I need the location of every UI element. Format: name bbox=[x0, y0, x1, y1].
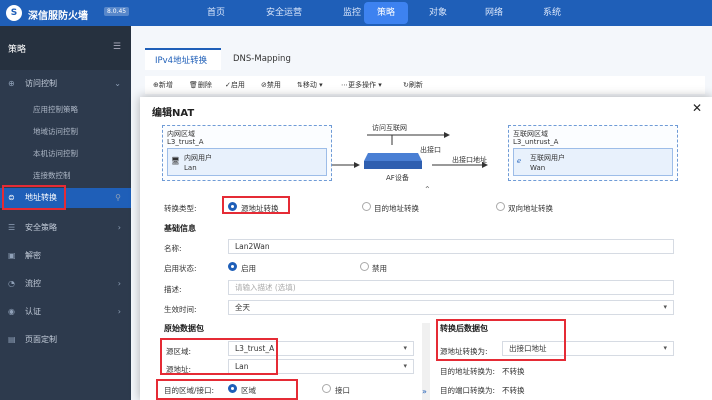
name-label: 名称: bbox=[164, 244, 182, 253]
sidebar-item-page-custom[interactable]: ▤ 页面定制 bbox=[0, 330, 131, 350]
dest-zone-box: 互联网区域 L3_untrust_A ℯ 互联网用户 Wan bbox=[508, 125, 678, 181]
port-translate-value: 不转换 bbox=[502, 386, 525, 395]
tab-dns-mapping[interactable]: DNS-Mapping bbox=[223, 48, 307, 70]
chevron-right-icon: › bbox=[117, 279, 121, 288]
sidebar-header: 策略 ☰ bbox=[0, 26, 131, 70]
page-custom-icon: ▤ bbox=[8, 335, 16, 344]
top-bar: S 深信服防火墙 8.0.45 首页 安全运营 监控 策略 对象 网络 系统 bbox=[0, 0, 712, 26]
delete-button[interactable]: 🗑删除 bbox=[189, 80, 212, 90]
sidebar-subitem-local-access[interactable]: 本机访问控制 bbox=[33, 148, 78, 159]
bidirectional-nat-label: 双向地址转换 bbox=[508, 204, 553, 213]
trash-icon: 🗑 bbox=[189, 81, 198, 89]
sidebar: 策略 ☰ ⊕ 访问控制 ⌄ 应用控制策略 地域访问控制 本机访问控制 连接数控制… bbox=[0, 26, 131, 400]
more-actions-button[interactable]: ⋯更多操作 ▾ bbox=[341, 80, 382, 90]
dest-user-box: ℯ 互联网用户 Wan bbox=[513, 148, 673, 176]
nav-network[interactable]: 网络 bbox=[474, 0, 514, 26]
sidebar-title: 策略 bbox=[8, 45, 27, 55]
device-label: AF设备 bbox=[386, 174, 409, 182]
move-button[interactable]: ⇅移动 ▾ bbox=[297, 80, 323, 90]
dest-nat-label: 目的地址转换 bbox=[374, 204, 419, 213]
brand-logo-icon: S bbox=[6, 5, 22, 21]
caret-down-icon: ▾ bbox=[403, 362, 407, 370]
collapse-up-icon[interactable]: ⌃ bbox=[424, 185, 431, 194]
conversion-type-label: 转换类型: bbox=[164, 204, 197, 213]
radio-dest-interface[interactable] bbox=[322, 384, 331, 393]
security-policy-icon: ☰ bbox=[8, 223, 16, 232]
nav-security-ops[interactable]: 安全运营 bbox=[254, 0, 314, 26]
disable-button[interactable]: ⊘禁用 bbox=[261, 80, 281, 90]
radio-enable[interactable] bbox=[228, 262, 237, 271]
refresh-button[interactable]: ↻刷新 bbox=[403, 80, 423, 90]
description-input[interactable]: 请输入描述 (选填) bbox=[228, 280, 674, 295]
sidebar-item-access-control[interactable]: ⊕ 访问控制 ⌄ bbox=[0, 74, 131, 94]
dest-translate-value: 不转换 bbox=[502, 367, 525, 376]
chevron-down-icon: ⌄ bbox=[114, 79, 121, 88]
chevron-right-icon: › bbox=[117, 307, 121, 316]
port-translate-label: 目的端口转换为: bbox=[440, 386, 496, 395]
nav-system[interactable]: 系统 bbox=[532, 0, 572, 26]
out-interface-label: 出接口 bbox=[420, 146, 441, 154]
browser-icon: ℯ bbox=[517, 157, 522, 165]
edit-nat-dialog: 编辑NAT ✕ 内网区域 L3_trust_A 🖥 内网用户 Lan 访问互联网… bbox=[140, 97, 712, 400]
collapse-menu-icon[interactable]: ☰ bbox=[113, 42, 121, 52]
disable-label: 禁用 bbox=[372, 264, 387, 273]
source-zone-name: L3_trust_A bbox=[167, 138, 204, 146]
expand-right-icon[interactable]: » bbox=[422, 387, 427, 396]
highlight-source-nat bbox=[222, 196, 290, 214]
highlight-source-fields bbox=[160, 338, 278, 375]
description-label: 描述: bbox=[164, 285, 182, 294]
enable-label: 启用 bbox=[241, 264, 256, 273]
dest-zone-name: L3_untrust_A bbox=[513, 138, 559, 146]
firewall-device-icon bbox=[364, 153, 422, 169]
decrypt-icon: ▣ bbox=[8, 251, 16, 260]
sidebar-subitem-geo-access[interactable]: 地域访问控制 bbox=[33, 126, 78, 137]
basic-info-title: 基础信息 bbox=[164, 224, 196, 233]
caret-down-icon: ▾ bbox=[663, 344, 667, 352]
close-icon[interactable]: ✕ bbox=[692, 101, 702, 115]
sidebar-item-traffic-control[interactable]: ◔ 流控 › bbox=[0, 274, 131, 294]
highlight-translated-fields bbox=[436, 319, 566, 361]
effective-time-select[interactable]: 全天 ▾ bbox=[228, 300, 674, 315]
highlight-nat-menu bbox=[2, 185, 66, 210]
status-label: 启用状态: bbox=[164, 264, 197, 273]
sidebar-subitem-connection-limit[interactable]: 连接数控制 bbox=[33, 170, 71, 181]
sidebar-item-decrypt[interactable]: ▣ 解密 bbox=[0, 246, 131, 266]
traffic-control-icon: ◔ bbox=[8, 279, 15, 288]
version-badge: 8.0.45 bbox=[104, 7, 130, 16]
nav-home[interactable]: 首页 bbox=[196, 0, 236, 26]
add-button[interactable]: ⊕新增 bbox=[153, 80, 173, 90]
computer-icon: 🖥 bbox=[171, 157, 180, 165]
radio-bidirectional-nat[interactable] bbox=[496, 202, 505, 211]
chevron-right-icon: › bbox=[117, 223, 121, 232]
original-packet-title: 原始数据包 bbox=[164, 324, 204, 333]
toolbar: ⊕新增 🗑删除 ✓启用 ⊘禁用 ⇅移动 ▾ ⋯更多操作 ▾ ↻刷新 bbox=[145, 76, 705, 94]
effective-time-label: 生效时间: bbox=[164, 305, 197, 314]
sidebar-item-auth[interactable]: ◉ 认证 › bbox=[0, 302, 131, 322]
access-control-icon: ⊕ bbox=[8, 79, 15, 88]
highlight-dest-fields bbox=[156, 379, 298, 400]
source-zone-box: 内网区域 L3_trust_A 🖥 内网用户 Lan bbox=[162, 125, 332, 181]
dialog-title: 编辑NAT bbox=[152, 108, 195, 119]
radio-disable[interactable] bbox=[360, 262, 369, 271]
dest-translate-label: 目的地址转换为: bbox=[440, 367, 496, 376]
auth-icon: ◉ bbox=[8, 307, 15, 316]
tab-ipv4-nat[interactable]: IPv4地址转换 bbox=[145, 48, 221, 70]
name-input[interactable]: Lan2Wan bbox=[228, 239, 674, 254]
radio-dest-nat[interactable] bbox=[362, 202, 371, 211]
caret-down-icon: ▾ bbox=[663, 303, 667, 311]
dest-interface-option: 接口 bbox=[335, 386, 350, 395]
pin-icon: ⚲ bbox=[115, 193, 121, 202]
sidebar-item-security-policy[interactable]: ☰ 安全策略 › bbox=[0, 218, 131, 238]
more-icon: ⋯ bbox=[341, 81, 348, 89]
enable-button[interactable]: ✓启用 bbox=[225, 80, 245, 90]
sidebar-subitem-app-control[interactable]: 应用控制策略 bbox=[33, 104, 78, 115]
caret-down-icon: ▾ bbox=[403, 344, 407, 352]
nav-policy[interactable]: 策略 bbox=[364, 2, 408, 24]
nav-objects[interactable]: 对象 bbox=[418, 0, 458, 26]
out-address-label: 出接口地址 bbox=[452, 156, 487, 164]
source-user-box: 🖥 内网用户 Lan bbox=[167, 148, 327, 176]
app-title: 深信服防火墙 bbox=[28, 11, 88, 22]
